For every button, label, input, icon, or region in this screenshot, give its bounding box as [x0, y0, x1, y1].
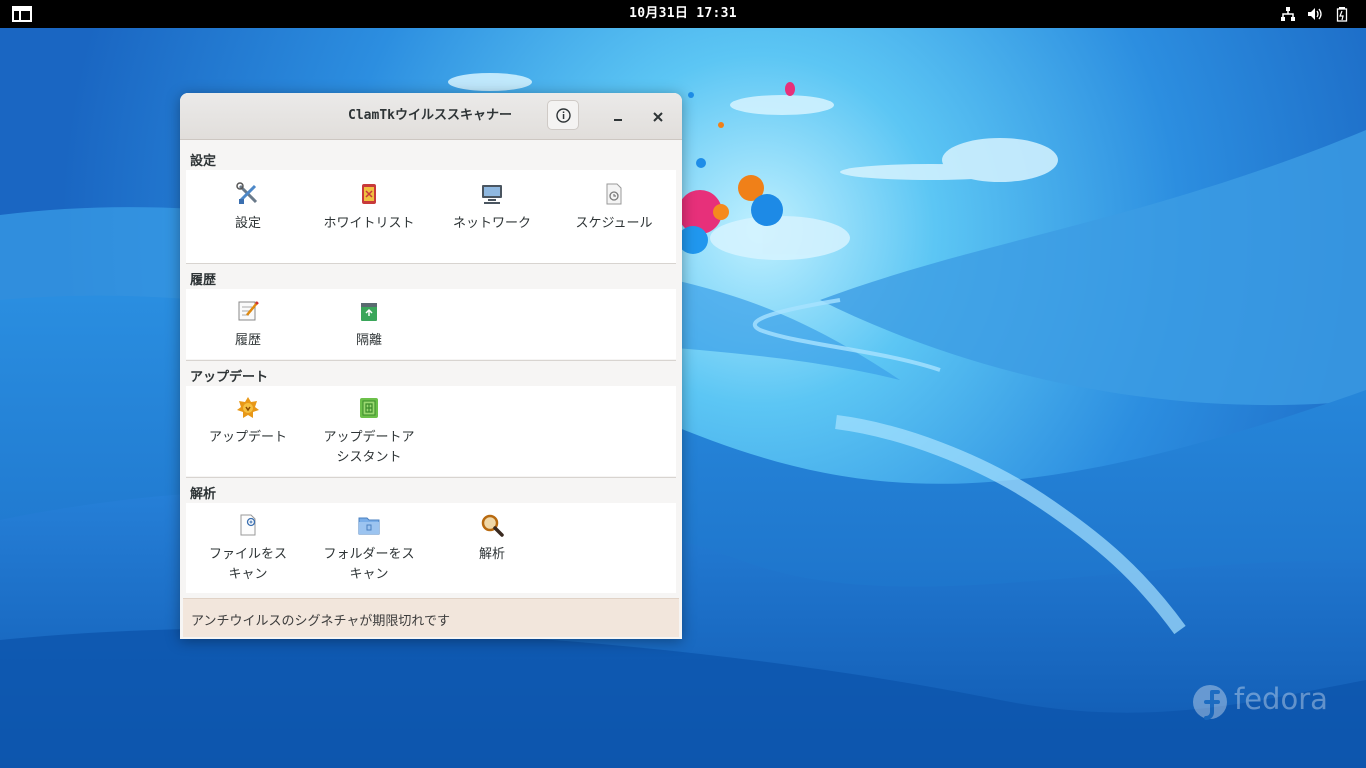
clamtk-window: ClamTkウイルススキャナー 設定 設定 ホワイトリスト ネットワーク スケジ… — [180, 93, 682, 639]
notepad-icon — [238, 301, 259, 321]
minimize-icon — [614, 119, 622, 121]
section-title-update: アップデート — [190, 370, 269, 385]
minimize-button[interactable] — [606, 105, 630, 129]
history-panel: 履歴 隔離 — [186, 289, 676, 359]
volume-icon[interactable] — [1307, 6, 1323, 22]
analysis-button[interactable]: 解析 — [432, 513, 552, 569]
update-assistant-label-line2: シスタント — [336, 450, 402, 465]
about-button[interactable] — [547, 100, 579, 130]
scan-folder-label-line1: フォルダーをス — [323, 547, 415, 562]
analysis-label: 解析 — [478, 547, 505, 562]
divider — [186, 477, 676, 478]
settings-label: 設定 — [234, 216, 261, 231]
close-button[interactable] — [646, 105, 670, 129]
clock-text[interactable]: 10月31日 17:31 — [629, 6, 737, 21]
schedule-label: スケジュール — [575, 216, 653, 231]
section-title-history: 履歴 — [190, 273, 217, 288]
update-label: アップデート — [208, 430, 287, 445]
scan-file-label: ファイルをス キャン — [188, 545, 308, 585]
network-button[interactable]: ネットワーク — [432, 182, 552, 242]
info-icon — [556, 108, 571, 123]
scan-file-label-line2: キャン — [228, 567, 268, 582]
section-title-settings: 設定 — [190, 154, 217, 169]
quarantine-icon — [361, 303, 377, 321]
whitelist-button[interactable]: ホワイトリスト — [309, 182, 429, 242]
fedora-wordmark: fedora — [1234, 682, 1328, 716]
scan-file-icon — [240, 514, 256, 536]
scan-folder-button[interactable]: フォルダーをス キャン — [309, 513, 429, 583]
schedule-button[interactable]: スケジュール — [554, 182, 674, 242]
top-bar: 10月31日 17:31 — [0, 0, 1366, 28]
quarantine-button[interactable]: 隔離 — [309, 299, 429, 355]
divider — [186, 360, 676, 361]
scan-file-button[interactable]: ファイルをス キャン — [188, 513, 308, 583]
magnifier-icon — [481, 514, 504, 537]
window-title: ClamTkウイルススキャナー — [348, 108, 512, 123]
fedora-logo-icon — [1193, 685, 1227, 720]
settings-button[interactable]: 設定 — [188, 182, 308, 242]
scan-folder-icon — [358, 517, 380, 535]
tools-icon — [236, 182, 258, 204]
scan-folder-label-line2: キャン — [349, 567, 389, 582]
update-assistant-icon — [360, 398, 378, 418]
update-panel: アップデート アップデートア シスタント — [186, 386, 676, 476]
battery-icon[interactable] — [1335, 6, 1351, 22]
quarantine-label: 隔離 — [355, 333, 382, 348]
status-bar: アンチウイルスのシグネチャが期限切れです — [183, 598, 679, 637]
activities-button[interactable] — [11, 5, 33, 23]
history-label: 履歴 — [234, 333, 261, 348]
update-assistant-label-line1: アップデートア — [323, 430, 415, 445]
network-label: ネットワーク — [452, 216, 531, 231]
history-button[interactable]: 履歴 — [188, 299, 308, 355]
whitelist-label: ホワイトリスト — [323, 216, 415, 231]
settings-panel: 設定 ホワイトリスト ネットワーク スケジュール — [186, 170, 676, 263]
divider — [186, 263, 676, 264]
activities-icon — [12, 6, 32, 22]
update-assistant-button[interactable]: アップデートア シスタント — [309, 396, 429, 466]
clock[interactable]: 10月31日 17:31 — [0, 0, 1366, 28]
network-icon — [482, 185, 502, 204]
schedule-icon — [606, 183, 622, 205]
analysis-panel: ファイルをス キャン フォルダーをス キャン 解析 — [186, 503, 676, 593]
update-assistant-label: アップデートア シスタント — [309, 428, 429, 468]
scan-folder-label: フォルダーをス キャン — [309, 545, 429, 585]
status-message: アンチウイルスのシグネチャが期限切れです — [191, 614, 450, 629]
shield-icon — [362, 184, 376, 204]
header-bar[interactable]: ClamTkウイルススキャナー — [180, 93, 682, 140]
update-icon — [237, 397, 259, 418]
update-button[interactable]: アップデート — [188, 396, 308, 456]
section-title-analysis: 解析 — [190, 487, 217, 502]
network-status-icon[interactable] — [1280, 6, 1296, 22]
close-icon — [653, 112, 663, 122]
scan-file-label-line1: ファイルをス — [208, 547, 287, 562]
